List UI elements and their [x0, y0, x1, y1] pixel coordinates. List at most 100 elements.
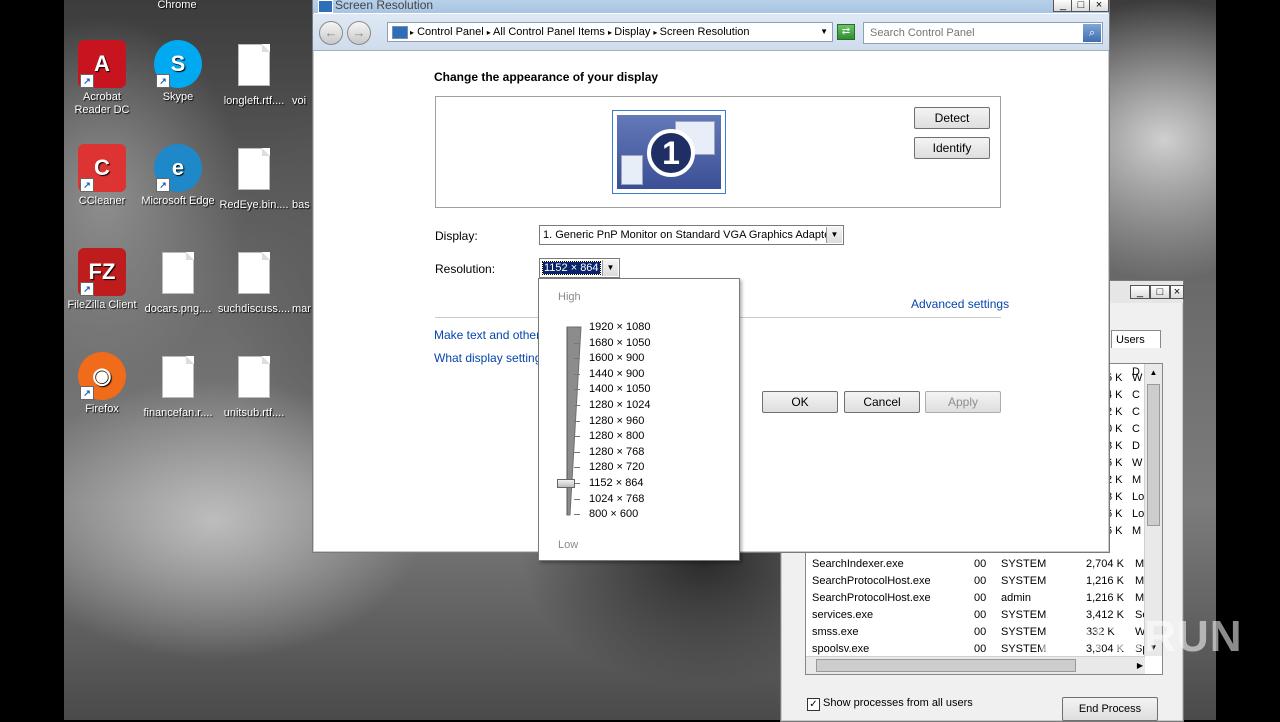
document-icon [230, 356, 278, 404]
desktop-icon[interactable]: S ↗ Skype [140, 40, 216, 104]
resolution-option[interactable]: 1280 × 800 [589, 430, 644, 442]
resolution-option[interactable]: 1280 × 1024 [589, 399, 650, 411]
resolution-slider-track[interactable] [561, 325, 585, 525]
identify-button[interactable]: Identify [914, 137, 990, 159]
desktop-icon-label: docars.png.... [144, 303, 212, 315]
process-description: Lo [1132, 508, 1145, 520]
breadcrumb-all-items[interactable]: All Control Panel Items [493, 26, 605, 38]
document-icon [154, 252, 202, 300]
shortcut-arrow-icon: ↗ [156, 74, 170, 88]
refresh-button[interactable]: ⇄ [837, 24, 855, 40]
tm-scroll-thumb[interactable] [1147, 384, 1160, 526]
slider-tick [574, 373, 580, 375]
tm-hscroll-thumb[interactable] [816, 659, 1076, 672]
slider-tick [574, 389, 580, 391]
search-input[interactable] [864, 23, 1086, 43]
resolution-option[interactable]: 800 × 600 [589, 508, 638, 520]
display-label: Display: [435, 229, 478, 243]
breadcrumb-control-panel[interactable]: Control Panel [417, 26, 484, 38]
resolution-option[interactable]: 1280 × 960 [589, 415, 644, 427]
tm-minimize-button[interactable]: _ [1130, 285, 1150, 299]
desktop-icon[interactable]: unitsub.rtf.... [216, 352, 292, 420]
tm-show-all-checkbox[interactable]: ✓ [807, 698, 820, 711]
desktop-chrome-label[interactable]: Chrome [140, 0, 214, 11]
desktop-icon[interactable]: e ↗ Microsoft Edge [140, 144, 216, 208]
address-bar[interactable]: ▸ Control Panel ▸ All Control Panel Item… [387, 22, 833, 42]
back-button[interactable]: ← [319, 21, 343, 45]
end-process-button[interactable]: End Process [1062, 697, 1158, 721]
resolution-option[interactable]: 1600 × 900 [589, 352, 644, 364]
process-description: C [1132, 406, 1140, 418]
forward-arrow-icon: → [352, 25, 366, 40]
detect-button[interactable]: Detect [914, 107, 990, 129]
tm-tab-users-label: Users [1116, 334, 1145, 346]
tm-show-all-label[interactable]: Show processes from all users [823, 697, 973, 709]
ok-button[interactable]: OK [762, 391, 838, 413]
shortcut-arrow-icon: ↗ [80, 74, 94, 88]
desktop-icon[interactable]: docars.png.... [140, 248, 216, 316]
maximize-button[interactable]: □ [1071, 0, 1091, 12]
process-name: smss.exe [812, 626, 859, 638]
desktop-icon[interactable]: longleft.rtf.... [216, 40, 292, 108]
address-dropdown-icon[interactable]: ▼ [820, 23, 828, 41]
process-memory: 2,704 K [1086, 558, 1124, 570]
slider-tick [574, 467, 580, 469]
minimize-button[interactable]: _ [1053, 0, 1073, 12]
display-settings-help-link[interactable]: What display settings [434, 351, 547, 365]
resolution-option[interactable]: 1152 × 864 [589, 477, 644, 489]
slider-tick [574, 405, 580, 406]
display-select[interactable]: 1. Generic PnP Monitor on Standard VGA G… [539, 225, 844, 245]
resolution-option[interactable]: 1680 × 1050 [589, 337, 650, 349]
desktop-icon[interactable]: ◉ ↗ Firefox [64, 352, 140, 416]
document-icon [154, 356, 202, 404]
tm-maximize-button[interactable]: □ [1150, 285, 1170, 299]
chevron-down-icon[interactable]: ▼ [602, 260, 618, 276]
resolution-option[interactable]: 1400 × 1050 [589, 383, 650, 395]
tm-tab-users[interactable]: Users [1111, 330, 1161, 348]
resolution-option[interactable]: 1440 × 900 [589, 368, 644, 380]
tm-close-button[interactable]: × [1170, 285, 1184, 299]
search-icon[interactable]: ⌕ [1083, 24, 1101, 42]
desktop-icon[interactable]: A ↗ Acrobat Reader DC [64, 40, 140, 117]
breadcrumb-screen-resolution[interactable]: Screen Resolution [660, 26, 750, 38]
chevron-right-icon[interactable]: ▸ [410, 28, 414, 37]
resolution-select[interactable]: 1152 × 864 ▼ [539, 258, 620, 278]
scroll-up-arrow-icon[interactable]: ▲ [1145, 364, 1162, 381]
search-box[interactable]: ⌕ [863, 22, 1103, 44]
monitor-1-thumbnail[interactable]: 1 [612, 110, 726, 194]
mini-window-icon [621, 155, 643, 185]
document-icon [230, 252, 278, 300]
desktop-icon[interactable]: financefan.r.... [140, 352, 216, 420]
resolution-slider-thumb[interactable] [557, 479, 575, 488]
table-row[interactable]: SearchIndexer.exe 00 SYSTEM 2,704 K M [806, 556, 1145, 573]
slider-tick [574, 420, 580, 422]
process-memory: 1,216 K [1086, 575, 1124, 587]
breadcrumb-display[interactable]: Display [614, 26, 650, 38]
resolution-option[interactable]: 1920 × 1080 [589, 321, 650, 333]
process-memory: 1,216 K [1086, 592, 1124, 604]
cancel-button[interactable]: Cancel [844, 391, 920, 413]
desktop-icon-label: longleft.rtf.... [223, 95, 285, 107]
skype-icon: S ↗ [154, 40, 202, 88]
resolution-option[interactable]: 1280 × 720 [589, 461, 644, 473]
desktop-icon[interactable]: C ↗ CCleaner [64, 144, 140, 208]
slider-tick [574, 514, 580, 516]
process-description: C [1132, 423, 1140, 435]
process-cpu: 00 [974, 609, 987, 621]
resolution-option[interactable]: 1024 × 768 [589, 493, 644, 505]
desktop-icon[interactable]: RedEye.bin.... [216, 144, 292, 212]
advanced-settings-link[interactable]: Advanced settings [911, 297, 1009, 311]
resolution-option[interactable]: 1280 × 768 [589, 446, 644, 458]
table-row[interactable]: SearchProtocolHost.exe 00 SYSTEM 1,216 K M [806, 573, 1145, 590]
text-size-link[interactable]: Make text and other it [434, 328, 549, 342]
process-name: services.exe [812, 609, 874, 621]
table-row[interactable]: SearchProtocolHost.exe 00 admin 1,216 K M [806, 590, 1145, 607]
process-user: admin [1001, 592, 1031, 604]
chevron-down-icon[interactable]: ▼ [826, 227, 842, 243]
forward-button[interactable]: → [347, 21, 371, 45]
resolution-dropdown[interactable]: High 1920 × 1080 1680 × 1050 1600 × 900 144… [538, 278, 740, 561]
close-button[interactable]: × [1089, 0, 1109, 12]
desktop-icon[interactable]: suchdiscuss.... [216, 248, 292, 316]
apply-button[interactable]: Apply [925, 391, 1001, 413]
desktop-icon[interactable]: FZ ↗ FileZilla Client [64, 248, 140, 312]
